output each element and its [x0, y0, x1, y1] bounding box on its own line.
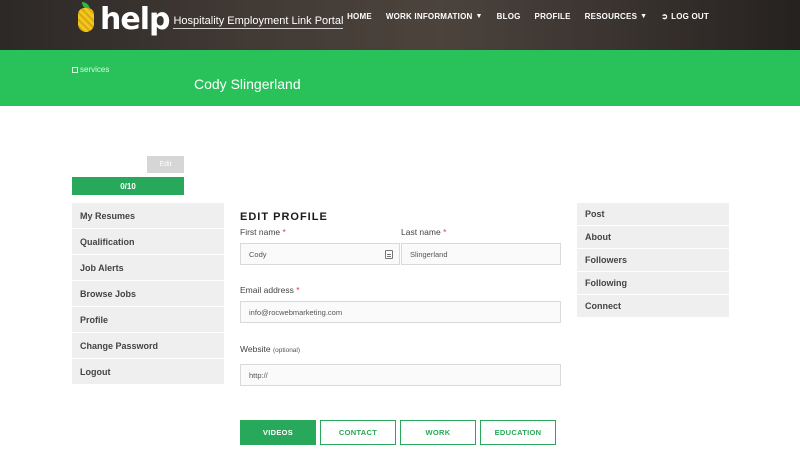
sidebar-item-change-password[interactable]: Change Password [72, 333, 224, 359]
sidebar-item-profile[interactable]: Profile [72, 307, 224, 333]
tab-education[interactable]: EDUCATION [480, 420, 556, 445]
pineapple-logo-icon [76, 2, 98, 34]
first-name-value: Cody [249, 249, 267, 259]
sidebar-item-following[interactable]: Following [577, 272, 729, 295]
required-mark: * [296, 285, 300, 295]
tab-contact[interactable]: CONTACT [320, 420, 396, 445]
nav-profile-label: PROFILE [534, 12, 571, 21]
last-name-value: Slingerland [410, 249, 448, 259]
nav-resources-label: RESOURCES [584, 12, 638, 21]
profile-banner: services Cody Slingerland [0, 50, 800, 106]
main-nav: HOME WORK INFORMATION ▼ BLOG PROFILE RESO… [340, 10, 716, 23]
website-label: Website (optional) [240, 344, 300, 354]
logo-tagline: Hospitality Employment Link Portal [173, 15, 344, 29]
logout-icon: ➲ [661, 12, 669, 21]
sidebar-item-followers[interactable]: Followers [577, 249, 729, 272]
chevron-down-icon: ▼ [640, 13, 648, 20]
email-field[interactable]: info@rocwebmarketing.com [240, 301, 561, 323]
required-mark: * [282, 227, 286, 237]
logo-word: help [100, 2, 170, 37]
website-label-text: Website [240, 344, 271, 354]
top-header: help Hospitality Employment Link Portal … [0, 0, 800, 50]
nav-home[interactable]: HOME [340, 10, 379, 23]
nav-profile[interactable]: PROFILE [528, 10, 578, 23]
sidebar-item-my-resumes[interactable]: My Resumes [72, 203, 224, 229]
first-name-label-text: First name [240, 227, 281, 237]
nav-work-information-label: WORK INFORMATION [385, 12, 473, 21]
last-name-label: Last name * [401, 227, 446, 237]
nav-resources[interactable]: RESOURCES ▼ [578, 10, 655, 23]
first-name-label: First name * [240, 227, 286, 237]
chevron-down-icon: ▼ [475, 13, 483, 20]
broken-image-alt: services [80, 65, 110, 74]
site-logo[interactable]: help Hospitality Employment Link Portal [76, 0, 344, 37]
nav-work-information[interactable]: WORK INFORMATION ▼ [379, 10, 490, 23]
last-name-field[interactable]: Slingerland [401, 243, 561, 265]
email-label-text: Email address [240, 285, 294, 295]
email-label: Email address * [240, 285, 300, 295]
contact-card-icon[interactable] [385, 250, 393, 259]
form-title: EDIT PROFILE [240, 211, 328, 223]
right-sidebar-menu: Post About Followers Following Connect [577, 203, 729, 318]
tab-videos[interactable]: VIDEOS [240, 420, 316, 445]
website-field[interactable]: http:// [240, 364, 561, 386]
nav-blog[interactable]: BLOG [490, 10, 528, 23]
nav-blog-label: BLOG [496, 12, 521, 21]
required-mark: * [443, 227, 447, 237]
website-value: http:// [249, 370, 268, 380]
profile-name: Cody Slingerland [194, 76, 301, 92]
nav-logout-label: LOG OUT [671, 12, 709, 21]
sidebar-item-about[interactable]: About [577, 226, 729, 249]
edit-profile-button[interactable]: Edit [147, 156, 184, 173]
sidebar-item-connect[interactable]: Connect [577, 295, 729, 318]
pineapple-body [78, 8, 94, 32]
email-value: info@rocwebmarketing.com [249, 307, 343, 317]
sidebar-item-job-alerts[interactable]: Job Alerts [72, 255, 224, 281]
left-sidebar-menu: My Resumes Qualification Job Alerts Brow… [72, 203, 224, 385]
broken-image-icon [72, 66, 78, 73]
nav-home-label: HOME [347, 12, 372, 21]
broken-image: services [72, 65, 109, 74]
website-optional-note: (optional) [272, 347, 301, 354]
sidebar-item-qualification[interactable]: Qualification [72, 229, 224, 255]
tab-work[interactable]: WORK [400, 420, 476, 445]
progress-text: 0/10 [120, 181, 136, 191]
sidebar-item-browse-jobs[interactable]: Browse Jobs [72, 281, 224, 307]
last-name-label-text: Last name [401, 227, 441, 237]
sidebar-item-post[interactable]: Post [577, 203, 729, 226]
first-name-field[interactable]: Cody [240, 243, 400, 265]
profile-progress-bar: 0/10 [72, 177, 184, 195]
sidebar-item-logout[interactable]: Logout [72, 359, 224, 385]
nav-logout[interactable]: ➲ LOG OUT [654, 10, 716, 23]
